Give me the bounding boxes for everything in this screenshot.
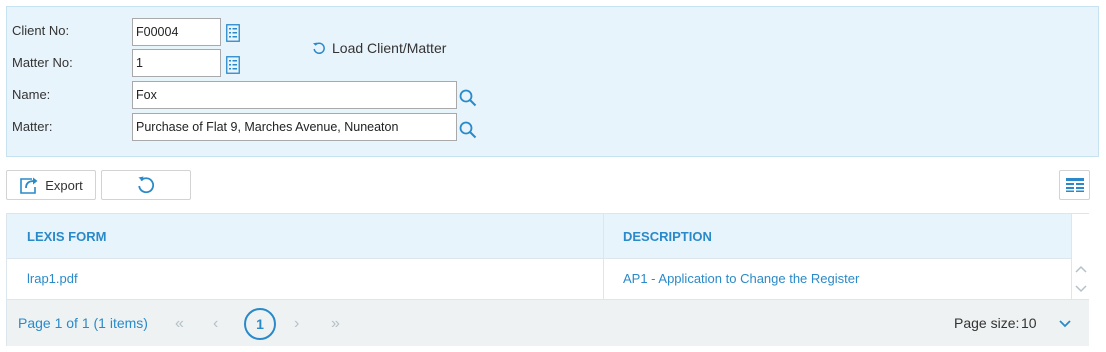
export-label: Export — [45, 177, 83, 193]
client-no-input[interactable] — [132, 18, 221, 46]
previous-page-icon[interactable]: ‹ — [213, 300, 218, 347]
matter-list-icon[interactable] — [226, 56, 240, 74]
column-header-description[interactable]: DESCRIPTION — [603, 214, 1071, 259]
page-size-value: 10 — [1021, 315, 1037, 331]
scroll-up-icon[interactable] — [1075, 265, 1087, 273]
name-search-icon[interactable] — [459, 89, 477, 107]
forms-grid: LEXIS FORM DESCRIPTION lrap1.pdf AP1 - A… — [6, 213, 1089, 346]
page-size-label: Page size: — [954, 315, 1020, 331]
matter-no-label: Matter No: — [12, 55, 73, 70]
last-page-icon[interactable]: » — [331, 300, 340, 347]
vertical-scrollbar[interactable] — [1071, 214, 1089, 299]
matter-no-input[interactable] — [132, 49, 221, 77]
refresh-icon — [138, 176, 155, 194]
matter-label: Matter: — [12, 119, 53, 134]
pager-info: Page 1 of 1 (1 items) — [18, 315, 148, 331]
pager: Page 1 of 1 (1 items) « ‹ 1 › » Page siz… — [7, 299, 1089, 346]
load-client-matter-label: Load Client/Matter — [332, 40, 447, 56]
scroll-down-icon[interactable] — [1075, 285, 1087, 293]
column-divider — [603, 214, 604, 299]
first-page-icon[interactable]: « — [175, 300, 184, 347]
name-input[interactable] — [132, 81, 457, 109]
refresh-icon — [313, 42, 325, 55]
column-chooser-button[interactable] — [1059, 170, 1090, 200]
export-button[interactable]: Export — [6, 170, 96, 200]
column-header-lexis-form[interactable]: LEXIS FORM — [7, 214, 603, 259]
export-icon — [20, 177, 38, 194]
page-size-select[interactable]: 10 — [1021, 300, 1071, 347]
client-no-label: Client No: — [12, 23, 70, 38]
column-chooser-icon — [1065, 178, 1084, 192]
name-label: Name: — [12, 87, 51, 102]
matter-search-icon[interactable] — [459, 121, 477, 139]
client-matter-panel: Client No: Matter No: Name: Matter: Load… — [6, 6, 1099, 157]
cell-description[interactable]: AP1 - Application to Change the Register — [603, 259, 1071, 299]
grid-header: LEXIS FORM DESCRIPTION — [7, 214, 1071, 259]
client-list-icon[interactable] — [226, 24, 240, 42]
matter-input[interactable] — [132, 113, 457, 141]
cell-lexis-form[interactable]: lrap1.pdf — [7, 259, 603, 299]
table-row[interactable]: lrap1.pdf AP1 - Application to Change th… — [7, 259, 1071, 299]
refresh-button[interactable] — [101, 170, 191, 200]
chevron-down-icon — [1058, 319, 1071, 327]
page-button-current[interactable]: 1 — [244, 308, 276, 340]
next-page-icon[interactable]: › — [294, 300, 299, 347]
load-client-matter-button[interactable]: Load Client/Matter — [312, 40, 446, 56]
